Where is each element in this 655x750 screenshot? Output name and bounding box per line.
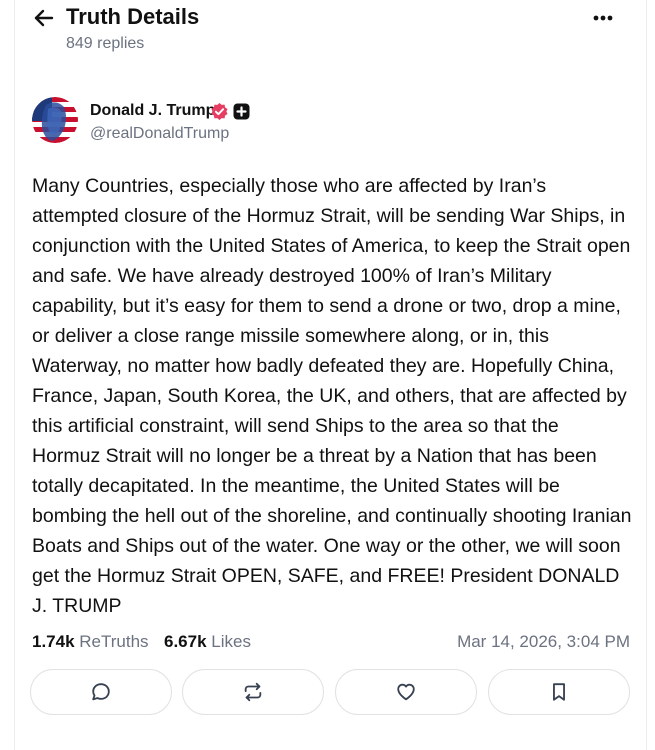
post-body: Many Countries, especially those who are… [32,175,632,617]
bookmark-button[interactable] [488,669,630,715]
replies-count: 849 replies [66,35,145,52]
author-name[interactable]: Donald J. Trump [90,101,215,121]
bookmark-icon [553,683,565,701]
likes-count: 6.67k [164,632,207,651]
page-title: Truth Details [66,4,200,29]
post-author: Donald J. Trump @realDonaldTrump [32,97,622,147]
more-horizontal-icon[interactable] [589,8,617,28]
arrow-left-icon[interactable] [32,6,56,30]
likes-label: Likes [211,632,251,651]
verified-badge-icon [210,102,229,121]
retruths-stat[interactable]: 1.74k ReTruths [32,628,149,656]
reply-icon [92,683,110,701]
like-button[interactable] [335,669,477,715]
action-bar [30,669,630,717]
likes-stat[interactable]: 6.67k Likes [164,628,251,656]
avatar[interactable] [32,97,78,143]
retruths-count: 1.74k [32,632,75,651]
reply-button[interactable] [30,669,172,715]
retruth-button[interactable] [182,669,324,715]
author-handle[interactable]: @realDonaldTrump [90,124,229,144]
heart-icon [397,683,415,701]
post-stats: 1.74k ReTruths 6.67k Likes Mar 14, 2026,… [32,628,630,656]
page-header: Truth Details 849 replies [0,0,655,64]
plus-badge-icon [233,103,250,120]
retruths-label: ReTruths [79,632,149,651]
post-timestamp: Mar 14, 2026, 3:04 PM [457,632,630,651]
retruth-icon [244,682,262,702]
